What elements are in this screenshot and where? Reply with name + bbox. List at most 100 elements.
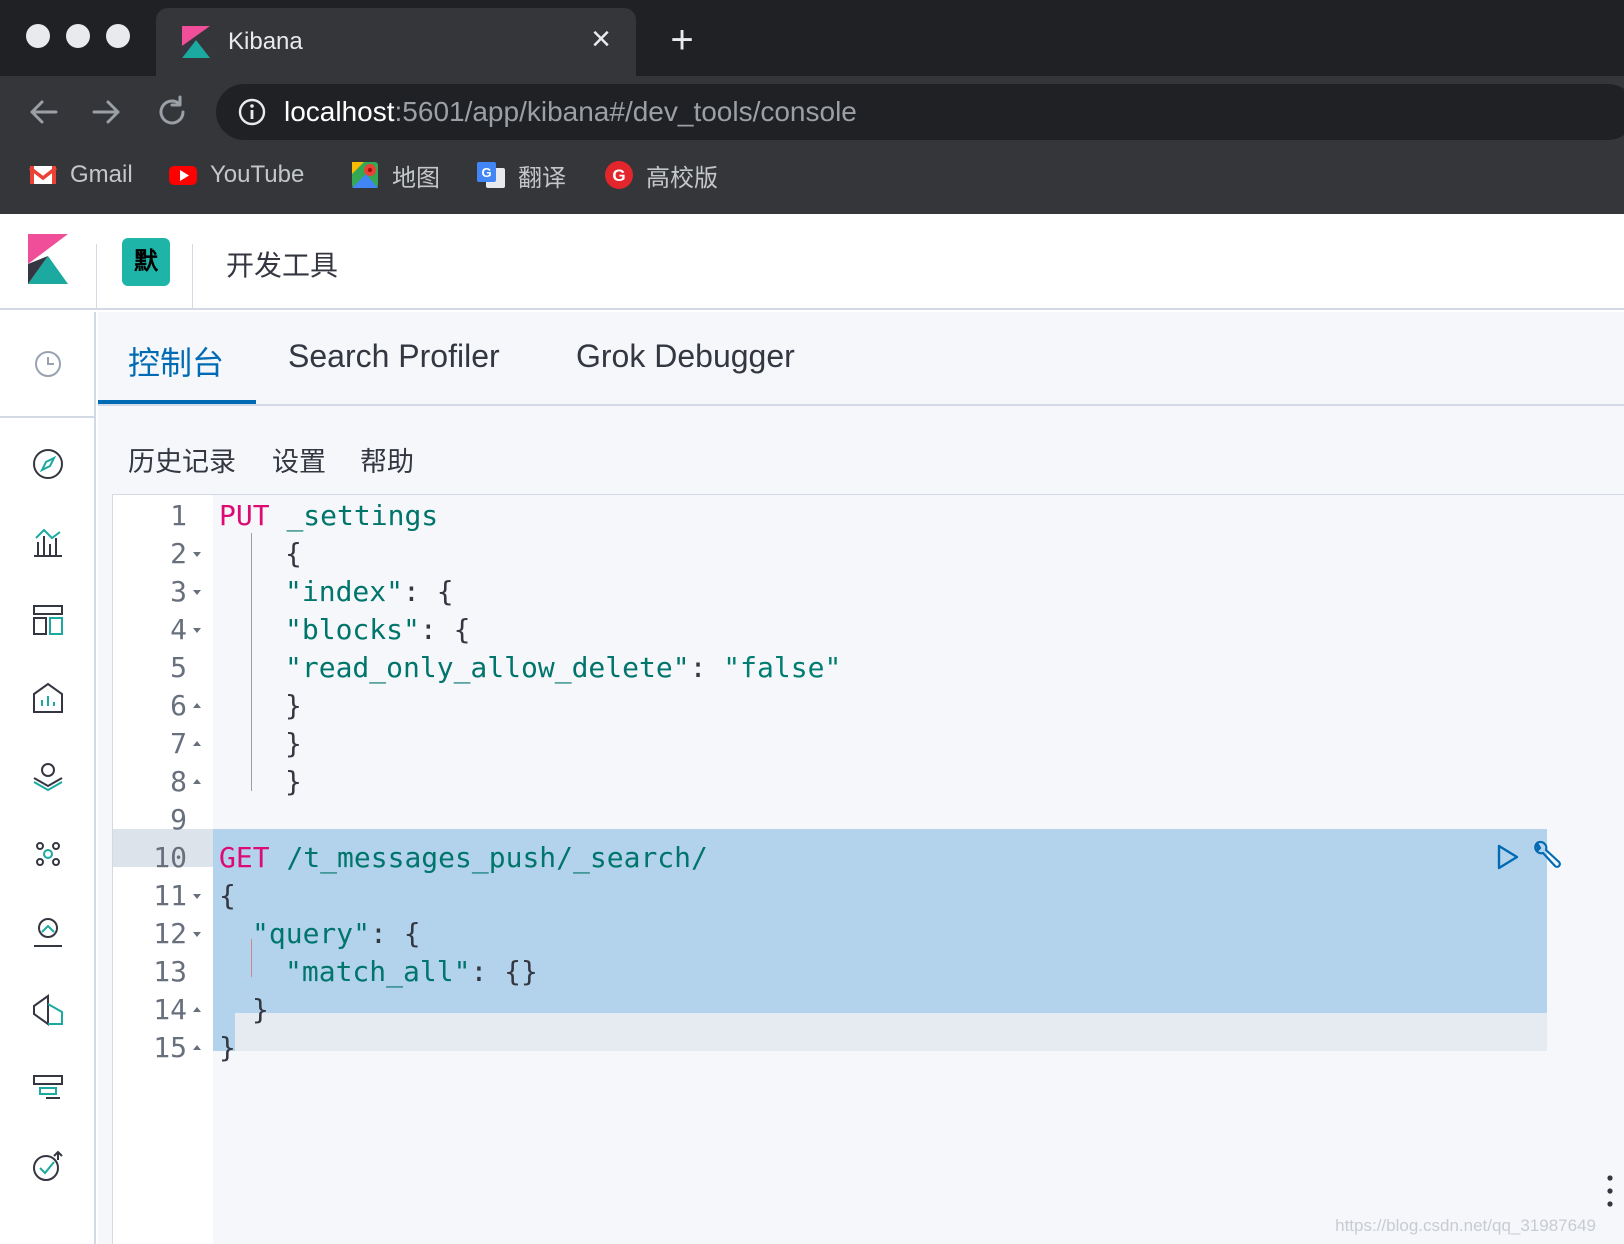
line-number: 13 <box>153 955 187 988</box>
code-text: "match_all": {} <box>285 955 538 988</box>
g-icon: G <box>605 161 633 189</box>
youtube-icon <box>169 166 197 185</box>
side-nav-divider <box>0 416 96 418</box>
code-text: { <box>285 537 302 570</box>
url-host: localhost <box>284 96 395 127</box>
editor-line: 2 { <box>113 535 1547 573</box>
send-request-play-icon[interactable] <box>1491 841 1523 873</box>
bookmark-gmail[interactable]: Gmail <box>28 158 133 192</box>
recently-viewed-clock-icon[interactable] <box>30 346 66 382</box>
help-menu-link[interactable]: 帮助 <box>360 440 414 479</box>
line-number: 2 <box>170 537 187 570</box>
console-editor[interactable]: 1 PUT _settings 2 { 3 "index": { 4 "bloc… <box>112 494 1624 1244</box>
bookmark-maps[interactable]: 地图 <box>350 158 440 192</box>
editor-line: 3 "index": { <box>113 573 1547 611</box>
side-nav <box>0 312 96 1244</box>
fold-up-icon[interactable] <box>191 739 203 749</box>
line-number: 1 <box>170 499 187 532</box>
settings-menu-link[interactable]: 设置 <box>272 440 326 479</box>
dev-tools-tabs: 控制台 Search Profiler Grok Debugger <box>98 312 1624 406</box>
browser-tab-kibana[interactable]: Kibana × <box>156 8 636 76</box>
kibana-logo-icon[interactable] <box>28 234 68 284</box>
fold-down-icon[interactable] <box>191 929 203 939</box>
bookmark-label: 高校版 <box>646 164 718 192</box>
new-tab-icon[interactable]: + <box>662 20 702 60</box>
editor-line: 9 <box>113 801 1547 839</box>
bookmark-g[interactable]: G 高校版 <box>604 158 718 192</box>
code-text: } <box>219 1031 236 1064</box>
fold-up-icon[interactable] <box>191 1005 203 1015</box>
editor-line: 7 } <box>113 725 1547 763</box>
line-number: 7 <box>170 727 187 760</box>
wrench-settings-icon[interactable] <box>1531 839 1563 871</box>
address-bar[interactable]: localhost:5601/app/kibana#/dev_tools/con… <box>216 84 1624 140</box>
dashboard-icon[interactable] <box>30 602 66 638</box>
bookmark-translate[interactable]: G 翻译 <box>476 158 566 192</box>
bookmark-label: 翻译 <box>518 164 566 192</box>
code-text: { <box>219 879 236 912</box>
line-number: 6 <box>170 689 187 722</box>
kibana-favicon-icon <box>182 26 210 58</box>
fold-up-icon[interactable] <box>191 701 203 711</box>
infrastructure-icon[interactable] <box>30 914 66 950</box>
tab-search-profiler[interactable]: Search Profiler <box>288 338 500 375</box>
editor-line: 6 } <box>113 687 1547 725</box>
editor-line: 14 } <box>113 991 1547 1029</box>
discover-compass-icon[interactable] <box>30 446 66 482</box>
fold-up-icon[interactable] <box>191 777 203 787</box>
line-number: 15 <box>153 1031 187 1064</box>
svg-text:G: G <box>612 166 625 185</box>
history-menu-link[interactable]: 历史记录 <box>128 440 236 479</box>
fold-up-icon[interactable] <box>191 1043 203 1053</box>
code-text: "index": { <box>285 575 454 608</box>
url-path: :5601/app/kibana#/dev_tools/console <box>394 96 857 127</box>
kibana-header: 默 开发工具 <box>0 214 1624 310</box>
canvas-icon[interactable] <box>30 680 66 716</box>
line-number: 3 <box>170 575 187 608</box>
code-text: } <box>285 727 302 760</box>
browser-toolbar: localhost:5601/app/kibana#/dev_tools/con… <box>0 76 1624 220</box>
svg-text:G: G <box>481 165 491 180</box>
machine-learning-icon[interactable] <box>30 836 66 872</box>
window-minimize-dot[interactable] <box>66 24 90 48</box>
window-zoom-dot[interactable] <box>106 24 130 48</box>
site-info-icon[interactable] <box>238 98 266 126</box>
forward-arrow-icon[interactable] <box>86 92 126 132</box>
header-divider <box>96 244 97 310</box>
url-text: localhost:5601/app/kibana#/dev_tools/con… <box>284 96 857 128</box>
back-arrow-icon[interactable] <box>24 92 64 132</box>
bookmark-youtube[interactable]: YouTube <box>168 158 304 192</box>
code-text: PUT _settings <box>219 499 439 532</box>
apm-icon[interactable] <box>30 1070 66 1106</box>
window-close-dot[interactable] <box>26 24 50 48</box>
maps-layers-icon[interactable] <box>30 758 66 794</box>
line-number: 9 <box>170 803 187 836</box>
line-number: 14 <box>153 993 187 1026</box>
code-text: "read_only_allow_delete": "false" <box>285 651 842 684</box>
fold-down-icon[interactable] <box>191 625 203 635</box>
more-options-icon[interactable] <box>1606 1173 1614 1209</box>
fold-down-icon[interactable] <box>191 587 203 597</box>
space-avatar[interactable]: 默 <box>122 238 170 286</box>
tab-grok-debugger[interactable]: Grok Debugger <box>576 338 795 375</box>
editor-line: 5 "read_only_allow_delete": "false" <box>113 649 1547 687</box>
bookmark-label: 地图 <box>392 164 440 192</box>
editor-line: 8 } <box>113 763 1547 801</box>
visualize-chart-icon[interactable] <box>30 524 66 560</box>
code-text: } <box>252 993 269 1026</box>
fold-down-icon[interactable] <box>191 549 203 559</box>
logs-icon[interactable] <box>30 992 66 1028</box>
active-tab-indicator <box>98 400 256 404</box>
bookmark-label: Gmail <box>70 161 133 188</box>
fold-down-icon[interactable] <box>191 891 203 901</box>
reload-icon[interactable] <box>152 92 192 132</box>
translate-icon: G <box>477 162 505 188</box>
code-text: "query": { <box>252 917 421 950</box>
editor-line: 12 "query": { <box>113 915 1547 953</box>
uptime-icon[interactable] <box>30 1148 66 1184</box>
tab-close-icon[interactable]: × <box>584 22 618 56</box>
code-text: } <box>285 689 302 722</box>
breadcrumb-app-title: 开发工具 <box>226 250 339 281</box>
tab-console[interactable]: 控制台 <box>128 338 224 384</box>
editor-line: 15 } <box>113 1029 1547 1067</box>
